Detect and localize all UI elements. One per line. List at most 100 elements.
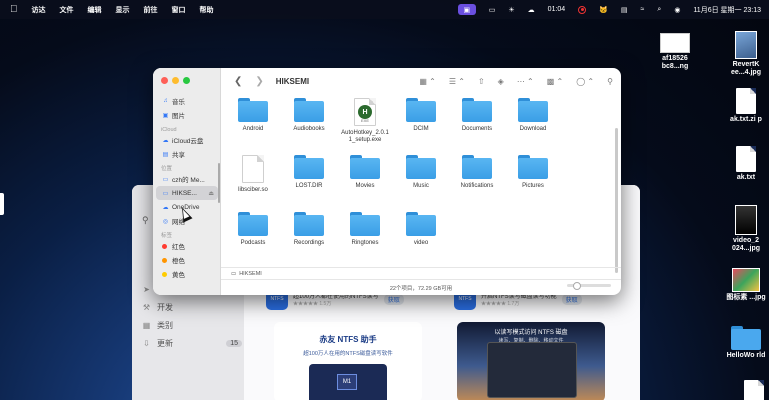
control-center-icon[interactable]: ▤ <box>621 6 628 14</box>
menu-help[interactable]: 帮助 <box>200 5 214 15</box>
screen-mirroring-icon[interactable]: ▣ <box>457 4 476 15</box>
sidebar-item-pictures[interactable]: ▣ 图片 <box>153 108 221 122</box>
file-name: Ringtones <box>351 240 379 246</box>
siri-icon[interactable]: ◉ <box>674 6 680 14</box>
sidebar-scrollbar[interactable] <box>218 163 220 203</box>
desktop-item[interactable]: HelloWo rld <box>722 326 769 360</box>
sidebar-item-icloud-drive[interactable]: ☁ iCloud云盘 <box>153 133 221 147</box>
finder-window[interactable]: ♫ 音乐 ▣ 图片 iCloud ☁ iCloud云盘 ▤ 共享 位置 ▭ czh的 Me… <box>153 68 621 295</box>
shared-folder-icon: ▤ <box>162 151 169 158</box>
rocket-icon: ➤ <box>143 284 150 294</box>
get-button-left[interactable]: 获取 <box>383 293 404 305</box>
file-item[interactable]: Podcasts <box>225 212 281 247</box>
file-item[interactable]: Android <box>225 98 281 133</box>
network-icon: ◎ <box>162 218 169 225</box>
laptop-illustration: M1 <box>309 364 387 400</box>
promo-card-right[interactable]: 以读写模式访问 NTFS 磁盘 读写、复制、删除、移动文件 <box>457 322 605 400</box>
menu-go[interactable]: 前往 <box>144 5 158 15</box>
forward-button[interactable]: ❯ <box>255 76 263 87</box>
hammer-icon: ⚒ <box>142 302 151 312</box>
more-actions-icon[interactable]: ⋯ ⌃ <box>517 77 534 86</box>
file-name: libsciber.so <box>238 187 268 193</box>
sidebar-item-music[interactable]: ♫ 音乐 <box>153 94 221 108</box>
menu-view[interactable]: 显示 <box>116 5 130 15</box>
file-item[interactable]: libsciber.so <box>225 155 281 194</box>
file-item[interactable]: Notifications <box>449 155 505 190</box>
menu-file[interactable]: 文件 <box>60 5 74 15</box>
file-item[interactable]: Documents <box>449 98 505 133</box>
file-item[interactable]: Audiobooks <box>281 98 337 133</box>
search-icon[interactable]: ⚲ <box>607 77 613 86</box>
desktop-item[interactable]: af18526 bc8...ng <box>651 33 699 71</box>
file-item[interactable]: Ringtones <box>337 212 393 247</box>
get-button-right[interactable]: 获取 <box>561 293 582 305</box>
record-icon[interactable] <box>578 5 587 14</box>
apps-icon[interactable]: ▩ ⌃ <box>547 77 563 86</box>
menu-window[interactable]: 窗口 <box>172 5 186 15</box>
menu-finder[interactable]: 访达 <box>32 5 46 15</box>
sidebar-tag-orange[interactable]: 橙色 <box>153 253 221 267</box>
back-button[interactable]: ❮ <box>234 76 242 87</box>
desktop-item[interactable]: ak.txt.zi p <box>722 88 769 124</box>
m1-chip: M1 <box>337 374 357 390</box>
desktop-item-partial[interactable] <box>730 380 769 400</box>
sidebar-item-mac[interactable]: ▭ czh的 Me... <box>153 172 221 186</box>
file-name: Android <box>242 126 264 132</box>
desktop-item[interactable]: 图标素 ...jpg <box>722 268 769 302</box>
music-icon: ♫ <box>163 98 168 104</box>
file-item[interactable]: H EXE AutoHotkey_2.0.1 1_setup.exe <box>337 98 393 144</box>
view-mode-icon[interactable]: ▦ ⌃ <box>419 77 435 86</box>
clock-text[interactable]: 11月6日 星期一 23:13 <box>693 5 761 15</box>
file-item[interactable]: DCIM <box>393 98 449 133</box>
menubar-search-icon[interactable]: ⌕ <box>657 6 661 14</box>
desktop-item[interactable]: ak.txt <box>722 146 769 182</box>
sync-icon[interactable]: ◯ ⌃ <box>576 77 594 86</box>
sidebar-item-shared[interactable]: ▤ 共享 <box>153 147 221 161</box>
brightness-icon[interactable]: ☀ <box>508 6 514 14</box>
sidebar-tag-red[interactable]: 红色 <box>153 239 221 253</box>
desktop-item[interactable]: video_2 024...jpg <box>722 205 769 253</box>
file-name: Download <box>519 126 547 132</box>
finder-scrollbar[interactable] <box>615 128 618 273</box>
file-item[interactable]: LOST.DIR <box>281 155 337 190</box>
file-item[interactable]: Music <box>393 155 449 190</box>
sidebar-header-icloud: iCloud <box>161 127 177 133</box>
eject-icon[interactable]: ⏏ <box>208 190 214 197</box>
image-file-icon <box>732 268 760 292</box>
menu-edit[interactable]: 编辑 <box>88 5 102 15</box>
cat-icon[interactable]: 🐱 <box>599 6 608 14</box>
folder-icon <box>294 212 324 236</box>
cloud-sync-icon[interactable]: ☁ <box>528 6 535 14</box>
close-button[interactable] <box>161 77 168 84</box>
red-tag-icon <box>162 243 167 249</box>
bg-nav-categories[interactable]: ▦ 类别 <box>142 316 242 334</box>
search-icon[interactable]: ⚲ <box>142 215 149 226</box>
minimize-button[interactable] <box>172 77 179 84</box>
share-icon[interactable]: ⇧ <box>478 77 485 86</box>
apple-icon[interactable]:  <box>10 4 18 15</box>
file-item[interactable]: video <box>393 212 449 247</box>
sidebar-header-locations: 位置 <box>161 166 173 172</box>
document-icon <box>736 146 756 172</box>
tag-icon[interactable]: ◈ <box>498 77 504 86</box>
wifi-icon[interactable]: ≈ <box>641 6 645 13</box>
group-by-icon[interactable]: ☰ ⌃ <box>449 77 465 86</box>
sidebar-tag-yellow[interactable]: 黄色 <box>153 267 221 281</box>
sidebar-item-hiksemi[interactable]: ▭ HIKSE... ⏏ <box>156 186 218 200</box>
file-item[interactable]: Download <box>505 98 561 133</box>
laptop-icon: ▭ <box>162 176 169 183</box>
file-name: Pictures <box>522 183 544 189</box>
timer-text[interactable]: 01:04 <box>548 6 566 13</box>
promo-card-left[interactable]: 赤友 NTFS 助手 超100万人在用的NTFS磁盘读写软件 M1 <box>274 322 422 400</box>
photo-file-icon <box>735 31 757 59</box>
file-item[interactable]: Movies <box>337 155 393 190</box>
file-item[interactable]: Pictures <box>505 155 561 190</box>
bg-nav-develop[interactable]: ⚒ 开发 <box>142 298 242 316</box>
file-item[interactable]: Recordings <box>281 212 337 247</box>
desktop-item[interactable]: RevertK ee...4.jpg <box>722 31 769 77</box>
battery-icon[interactable]: ▭ <box>489 6 496 14</box>
icon-size-slider[interactable] <box>567 282 611 290</box>
bg-nav-updates[interactable]: ⇩ 更新 15 <box>142 334 242 352</box>
path-item[interactable]: HIKSEMI <box>239 271 262 277</box>
zoom-button[interactable] <box>183 77 190 84</box>
